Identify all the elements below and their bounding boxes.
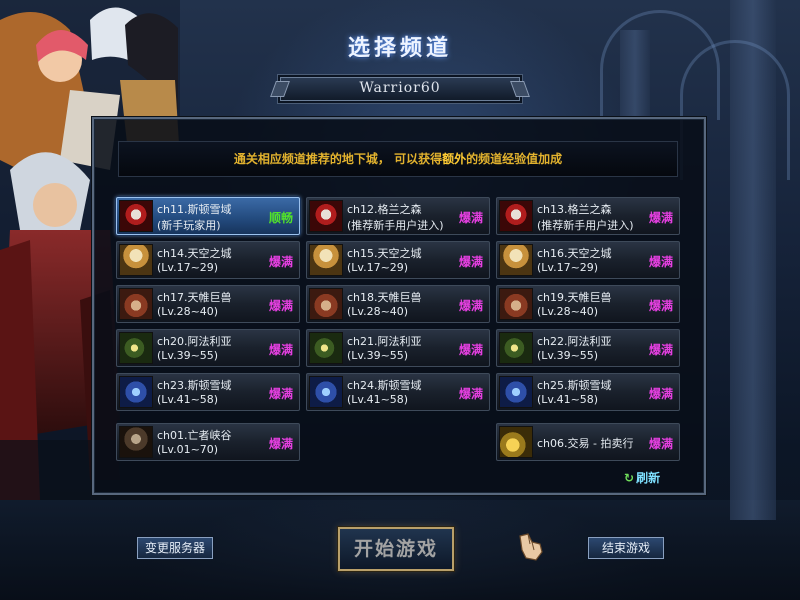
- channel-name: ch11.斯顿雪域: [157, 203, 232, 216]
- channel-name: ch21.阿法利亚: [347, 335, 422, 348]
- channel-name: ch22.阿法利亚: [537, 335, 612, 348]
- channel-name: ch19.天帷巨兽: [537, 291, 612, 304]
- channel-name: ch16.天空之城: [537, 247, 612, 260]
- channel-subtitle: (Lv.01~70): [157, 443, 219, 456]
- channel-subtitle: (Lv.28~40): [157, 305, 219, 318]
- channel-name: ch17.天帷巨兽: [157, 291, 232, 304]
- red-haired-character-icon: [499, 200, 533, 232]
- channel-subtitle: (Lv.28~40): [347, 305, 409, 318]
- channel-status: 爆满: [268, 255, 293, 269]
- channel-status: 爆满: [648, 211, 673, 225]
- channel-status: 爆满: [268, 343, 293, 357]
- channel-subtitle: (Lv.41~58): [537, 393, 599, 406]
- channel-name: ch12.格兰之森: [347, 203, 422, 216]
- channel-button[interactable]: ch19.天帷巨兽 (Lv.28~40) 爆满: [496, 285, 680, 323]
- channel-button[interactable]: ch13.格兰之森 (推荐新手用户进入) 爆满: [496, 197, 680, 235]
- channel-subtitle: (Lv.39~55): [537, 349, 599, 362]
- channel-name: ch25.斯顿雪域: [537, 379, 612, 392]
- channel-subtitle: (推荐新手用户进入): [347, 219, 444, 232]
- channel-subtitle: (Lv.39~55): [157, 349, 219, 362]
- character-name-bar: Warrior60: [270, 77, 530, 101]
- channel-status: 爆满: [648, 299, 673, 313]
- channel-status: 爆满: [648, 387, 673, 401]
- channel-button[interactable]: ch14.天空之城 (Lv.17~29) 爆满: [116, 241, 300, 279]
- channel-button[interactable]: ch17.天帷巨兽 (Lv.28~40) 爆满: [116, 285, 300, 323]
- channel-name: ch18.天帷巨兽: [347, 291, 422, 304]
- sky-knight-icon: [499, 244, 533, 276]
- channel-name: ch24.斯顿雪域: [347, 379, 422, 392]
- beast-crew-icon: [499, 288, 533, 320]
- refresh-label: 刷新: [636, 471, 661, 485]
- hooded-figure-icon: [119, 426, 153, 458]
- channel-status: 爆满: [458, 299, 483, 313]
- gold-coins-icon: [499, 426, 533, 458]
- beast-crew-icon: [119, 288, 153, 320]
- channel-status: 爆满: [648, 343, 673, 357]
- red-haired-character-icon: [309, 200, 343, 232]
- channel-name: ch15.天空之城: [347, 247, 422, 260]
- channel-button[interactable]: ch15.天空之城 (Lv.17~29) 爆满: [306, 241, 490, 279]
- channel-button[interactable]: ch25.斯顿雪域 (Lv.41~58) 爆满: [496, 373, 680, 411]
- channel-button[interactable]: ch22.阿法利亚 (Lv.39~55) 爆满: [496, 329, 680, 367]
- sky-knight-icon: [309, 244, 343, 276]
- channel-subtitle: (推荐新手用户进入): [537, 219, 634, 232]
- channel-subtitle: (Lv.17~29): [537, 261, 599, 274]
- channel-bonus-notice: 通关相应频道推荐的地下城， 可以获得额外的频道经验值加成: [118, 141, 678, 177]
- notice-text-end: 的频道经验值加成: [466, 152, 563, 166]
- change-server-button[interactable]: 变更服务器: [137, 537, 213, 559]
- channel-status: 爆满: [268, 437, 293, 451]
- channel-subtitle: (Lv.41~58): [157, 393, 219, 406]
- end-game-button[interactable]: 结束游戏: [588, 537, 664, 559]
- refresh-icon: ↻: [624, 471, 635, 485]
- ice-dragon-icon: [119, 376, 153, 408]
- screen-title: 选择频道: [347, 36, 452, 61]
- channel-button[interactable]: ch23.斯顿雪域 (Lv.41~58) 爆满: [116, 373, 300, 411]
- channel-status: 爆满: [458, 255, 483, 269]
- channel-status: 爆满: [268, 299, 293, 313]
- channel-name: ch23.斯顿雪域: [157, 379, 232, 392]
- sky-knight-icon: [119, 244, 153, 276]
- red-haired-character-icon: [119, 200, 153, 232]
- channel-subtitle: (新手玩家用): [157, 219, 221, 232]
- channel-status: 爆满: [648, 437, 673, 451]
- channel-status: 爆满: [268, 387, 293, 401]
- hand-cursor-icon: [519, 533, 543, 561]
- channel-button[interactable]: ch01.亡者峡谷 (Lv.01~70) 爆满: [116, 423, 300, 461]
- goblin-mask-icon: [309, 332, 343, 364]
- channel-button[interactable]: ch16.天空之城 (Lv.17~29) 爆满: [496, 241, 680, 279]
- channel-name: ch01.亡者峡谷: [157, 429, 232, 442]
- notice-highlight: 额外: [442, 152, 467, 166]
- channel-name: ch20.阿法利亚: [157, 335, 232, 348]
- channel-button[interactable]: ch21.阿法利亚 (Lv.39~55) 爆满: [306, 329, 490, 367]
- channel-button[interactable]: ch12.格兰之森 (推荐新手用户进入) 爆满: [306, 197, 490, 235]
- channel-subtitle: (Lv.41~58): [347, 393, 409, 406]
- notice-text: 通关相应频道推荐的地下城， 可以获得: [233, 152, 443, 166]
- channel-button[interactable]: ch18.天帷巨兽 (Lv.28~40) 爆满: [306, 285, 490, 323]
- goblin-mask-icon: [499, 332, 533, 364]
- channel-button[interactable]: ch11.斯顿雪域 (新手玩家用) 顺畅: [116, 197, 300, 235]
- ice-dragon-icon: [499, 376, 533, 408]
- channel-status: 顺畅: [268, 211, 293, 225]
- channel-status: 爆满: [458, 343, 483, 357]
- channel-status: 爆满: [458, 387, 483, 401]
- channel-subtitle: (Lv.28~40): [537, 305, 599, 318]
- beast-crew-icon: [309, 288, 343, 320]
- refresh-button[interactable]: ↻ 刷新: [624, 469, 660, 486]
- channel-button[interactable]: ch06.交易 - 拍卖行 爆满: [496, 423, 680, 461]
- channel-name: ch13.格兰之森: [537, 203, 612, 216]
- channel-button[interactable]: ch24.斯顿雪域 (Lv.41~58) 爆满: [306, 373, 490, 411]
- character-name: Warrior60: [359, 80, 441, 96]
- channel-subtitle: (Lv.17~29): [157, 261, 219, 274]
- channel-name: ch14.天空之城: [157, 247, 232, 260]
- channel-subtitle: (Lv.39~55): [347, 349, 409, 362]
- channel-status: 爆满: [458, 211, 483, 225]
- channel-button[interactable]: ch20.阿法利亚 (Lv.39~55) 爆满: [116, 329, 300, 367]
- ice-dragon-icon: [309, 376, 343, 408]
- channel-subtitle: (Lv.17~29): [347, 261, 409, 274]
- channel-status: 爆满: [648, 255, 673, 269]
- channel-name: ch06.交易 - 拍卖行: [537, 437, 634, 450]
- start-game-button[interactable]: 开始游戏: [338, 527, 454, 571]
- goblin-mask-icon: [119, 332, 153, 364]
